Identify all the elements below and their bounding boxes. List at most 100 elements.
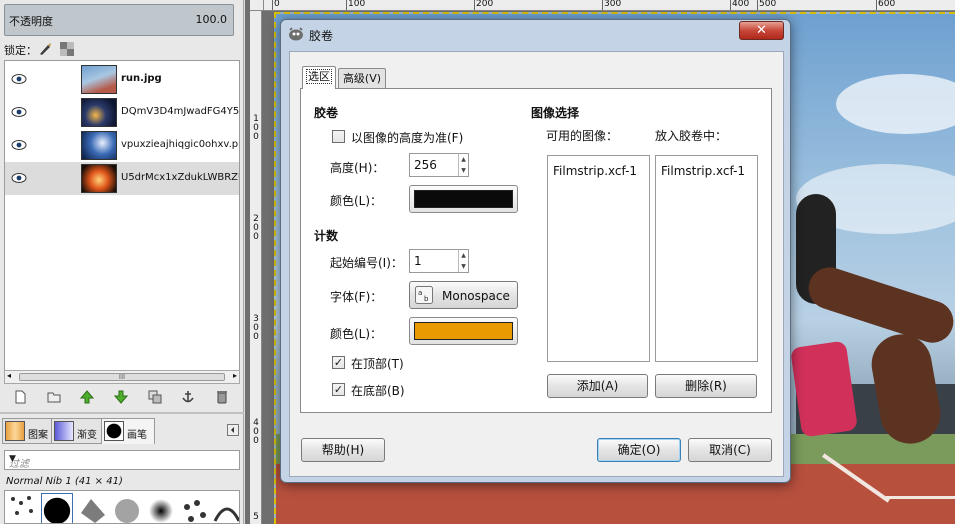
- at-bottom-label[interactable]: 在底部(B): [351, 382, 405, 399]
- ruler-label: 400: [732, 0, 750, 9]
- ruler-corner: [250, 0, 264, 11]
- anchor-layer-icon[interactable]: [181, 390, 195, 404]
- start-index-value: 1: [414, 254, 422, 268]
- font-icon: ab: [415, 286, 433, 304]
- tab-advanced[interactable]: 高级(V): [338, 68, 386, 90]
- tab-advanced-label: 高级(V): [342, 72, 382, 85]
- at-bottom-checkbox[interactable]: ✓: [332, 383, 345, 396]
- layer-thumbnail: [81, 164, 117, 193]
- brush-thumb-selected[interactable]: [41, 493, 73, 524]
- brush-thumb[interactable]: [145, 493, 177, 524]
- image-selection-header: 图像选择: [531, 106, 580, 120]
- scroll-right-icon[interactable]: ▸: [233, 371, 237, 380]
- brush-thumb[interactable]: [7, 493, 39, 524]
- film-color-label: 颜色(L)：: [330, 194, 383, 208]
- layer-row[interactable]: DQmV3D4mJwadFG4Y5y: [5, 96, 239, 129]
- chevron-down-icon[interactable]: ▼: [9, 454, 234, 464]
- ruler-label: 600: [878, 0, 896, 9]
- lower-layer-icon[interactable]: [114, 390, 128, 404]
- layer-row[interactable]: run.jpg: [5, 63, 239, 96]
- eye-icon[interactable]: [11, 139, 27, 151]
- brush-thumb[interactable]: [179, 493, 211, 524]
- layer-list: run.jpg DQmV3D4mJwadFG4Y5y vpuxzieajhiqg…: [4, 60, 240, 372]
- at-top-label[interactable]: 在顶部(T): [351, 355, 404, 372]
- help-button[interactable]: 帮助(H): [301, 438, 385, 462]
- opacity-slider[interactable]: 不透明度 100.0: [4, 4, 234, 36]
- raise-layer-icon[interactable]: [80, 390, 94, 404]
- scroll-thumb[interactable]: III: [19, 373, 225, 381]
- ruler-label: 1 0 0: [253, 114, 259, 142]
- on-film-label: 放入胶卷中：: [655, 129, 728, 143]
- tab-selection[interactable]: 选区: [302, 66, 336, 89]
- at-top-checkbox[interactable]: ✓: [332, 356, 345, 369]
- layer-thumbnail: [81, 65, 117, 94]
- available-images-label: 可用的图像：: [546, 129, 619, 143]
- list-item[interactable]: Filmstrip.xcf-1: [553, 164, 637, 178]
- new-group-icon[interactable]: [47, 390, 61, 404]
- ruler-label: 3 0 0: [253, 314, 259, 342]
- dock-divider[interactable]: [0, 412, 244, 414]
- remove-button[interactable]: 删除(R): [655, 374, 757, 398]
- ruler-label: 5: [253, 512, 259, 522]
- font-label: 字体(F)：: [330, 290, 383, 304]
- close-button[interactable]: ✕: [739, 21, 784, 40]
- tab-panel: 胶卷 以图像的高度为准(F) 高度(H)： 256 ▲ ▼ 颜色(L)： 计数 起…: [300, 88, 772, 413]
- ruler-label: 0: [274, 0, 280, 9]
- delete-layer-icon[interactable]: [215, 390, 229, 404]
- eye-icon[interactable]: [11, 106, 27, 118]
- brush-thumb[interactable]: [77, 493, 109, 524]
- cancel-button[interactable]: 取消(C): [688, 438, 772, 462]
- layers-scrollbar[interactable]: ◂ III ▸: [4, 370, 240, 384]
- gradient-swatch: [54, 421, 74, 441]
- checkmark-icon: ✓: [333, 356, 344, 369]
- list-item[interactable]: Filmstrip.xcf-1: [661, 164, 745, 178]
- eye-icon[interactable]: [11, 73, 27, 85]
- layer-row[interactable]: U5drMcx1xZdukLWBRZU: [5, 162, 239, 195]
- lock-alpha-icon[interactable]: [60, 42, 74, 56]
- tab-brushes[interactable]: 画笔: [101, 418, 155, 444]
- ok-button[interactable]: 确定(O): [597, 438, 681, 462]
- tab-gradients[interactable]: 渐变: [51, 418, 102, 444]
- spin-arrows-icon[interactable]: ▲ ▼: [458, 250, 468, 272]
- layer-thumbnail: [81, 131, 117, 160]
- lock-label: 锁定：: [4, 44, 37, 57]
- fit-height-label[interactable]: 以图像的高度为准(F): [351, 129, 463, 146]
- film-color-button[interactable]: [409, 185, 518, 213]
- scroll-left-icon[interactable]: ◂: [7, 371, 11, 380]
- brush-thumb[interactable]: [111, 493, 143, 524]
- ruler-label: 300: [604, 0, 622, 9]
- filter-combo[interactable]: 过滤 ▼: [4, 450, 240, 470]
- number-color-button[interactable]: [409, 317, 518, 345]
- new-layer-icon[interactable]: [13, 390, 27, 404]
- layer-name: vpuxzieajhiqgic0ohxv.png: [121, 139, 240, 150]
- gimp-icon: [289, 27, 303, 41]
- font-button[interactable]: ab Monospace: [409, 281, 518, 309]
- height-spinner[interactable]: 256 ▲ ▼: [409, 153, 469, 177]
- lock-row: 锁定：: [4, 42, 74, 58]
- dock-menu-icon[interactable]: [227, 424, 239, 436]
- tab-patterns-label: 图案: [28, 430, 48, 441]
- dialog-body: 选区 高级(V) 胶卷 以图像的高度为准(F) 高度(H)： 256 ▲ ▼ 颜色…: [289, 51, 784, 477]
- tab-brushes-label: 画笔: [127, 430, 147, 441]
- add-button[interactable]: 添加(A): [547, 374, 648, 398]
- dialog-title: 胶卷: [309, 29, 334, 43]
- tab-patterns[interactable]: 图案: [2, 418, 52, 444]
- start-index-label: 起始编号(I)：: [330, 256, 403, 270]
- height-value: 256: [414, 158, 437, 172]
- available-images-list[interactable]: Filmstrip.xcf-1: [547, 155, 650, 362]
- lock-paint-icon[interactable]: [38, 42, 52, 56]
- eye-icon[interactable]: [11, 172, 27, 184]
- on-film-list[interactable]: Filmstrip.xcf-1: [655, 155, 758, 362]
- layer-row[interactable]: vpuxzieajhiqgic0ohxv.png: [5, 129, 240, 162]
- pattern-swatch: [5, 421, 25, 441]
- duplicate-layer-icon[interactable]: [148, 390, 162, 404]
- fit-height-checkbox[interactable]: [332, 130, 345, 143]
- tab-gradients-label: 渐变: [77, 430, 97, 441]
- brush-thumb[interactable]: [211, 493, 240, 524]
- help-button-label: 帮助(H): [321, 443, 365, 457]
- start-index-spinner[interactable]: 1 ▲ ▼: [409, 249, 469, 273]
- horizontal-ruler[interactable]: 0 100 200 300 400 500 600: [264, 0, 955, 11]
- spin-arrows-icon[interactable]: ▲ ▼: [458, 154, 468, 176]
- film-color-swatch: [414, 190, 513, 208]
- vertical-ruler[interactable]: 1 0 0 2 0 0 3 0 0 4 0 0 5: [250, 11, 262, 524]
